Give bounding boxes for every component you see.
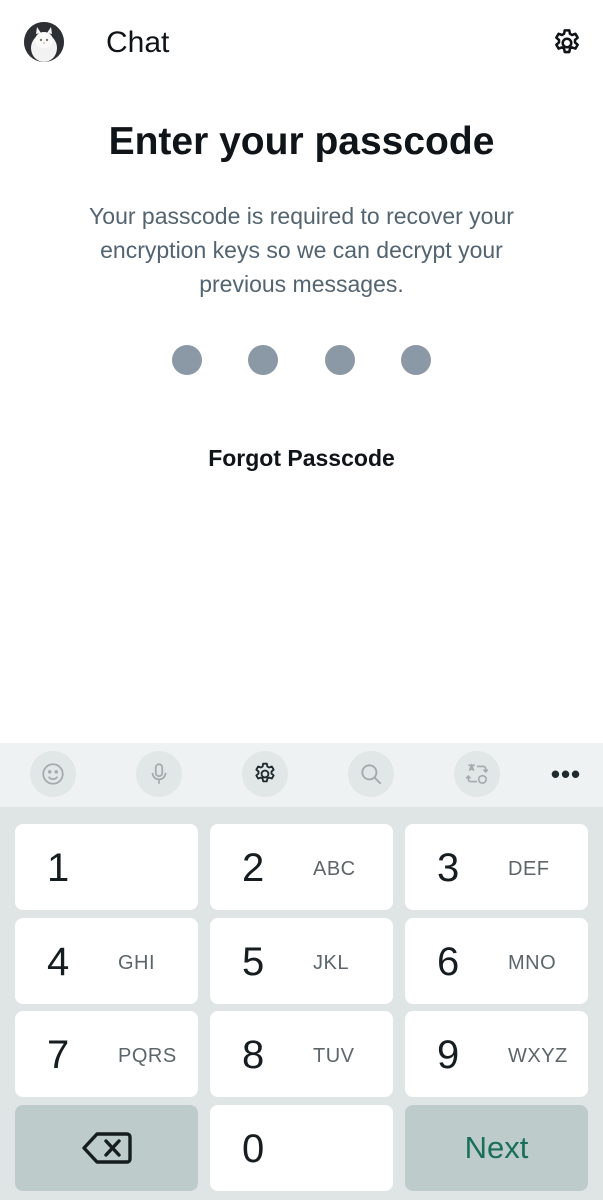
key-6[interactable]: 6 MNO (405, 918, 588, 1004)
emoji-button[interactable] (30, 751, 76, 797)
backspace-key[interactable] (15, 1105, 198, 1191)
key-letters: JKL (313, 952, 349, 974)
next-label: Next (464, 1130, 529, 1165)
numeric-keypad: 1 2 ABC 3 DEF 4 GHI 5 JKL 6 MNO 7 PQRS 8… (0, 807, 603, 1200)
passcode-dot (172, 345, 202, 375)
header-title: Chat (106, 26, 170, 59)
translate-icon (465, 763, 489, 785)
page-title: Enter your passcode (108, 120, 495, 163)
search-icon (361, 764, 382, 785)
translate-button[interactable] (454, 751, 500, 797)
key-letters: TUV (313, 1045, 355, 1067)
keyboard-settings-button[interactable] (242, 751, 288, 797)
passcode-dot (248, 345, 278, 375)
key-0[interactable]: 0 (210, 1105, 393, 1191)
key-letters: MNO (508, 952, 557, 974)
key-digit: 7 (47, 1033, 70, 1077)
description-text: Your passcode is required to recover you… (89, 203, 514, 297)
key-5[interactable]: 5 JKL (210, 918, 393, 1004)
passcode-dot (325, 345, 355, 375)
key-7[interactable]: 7 PQRS (15, 1011, 198, 1097)
key-letters: DEF (508, 858, 550, 880)
gear-icon (555, 29, 579, 54)
key-4[interactable]: 4 GHI (15, 918, 198, 1004)
more-options-button[interactable]: ••• (543, 751, 589, 797)
key-letters: WXYZ (508, 1045, 568, 1067)
key-letters: GHI (118, 952, 156, 974)
key-digit: 1 (47, 846, 70, 890)
key-8[interactable]: 8 TUV (210, 1011, 393, 1097)
key-digit: 9 (437, 1033, 460, 1077)
keyboard-toolbar: ••• (0, 743, 603, 807)
key-letters: PQRS (118, 1045, 177, 1067)
key-digit: 6 (437, 940, 460, 984)
key-1[interactable]: 1 (15, 824, 198, 910)
key-digit: 3 (437, 846, 460, 890)
key-digit: 5 (242, 940, 265, 984)
settings-button[interactable] (548, 24, 586, 62)
key-9[interactable]: 9 WXYZ (405, 1011, 588, 1097)
emoji-icon (42, 763, 64, 785)
passcode-indicator (0, 345, 603, 375)
key-digit: 4 (47, 940, 70, 984)
top-bar: Chat (0, 0, 603, 88)
microphone-icon (151, 763, 167, 784)
key-letters: ABC (313, 858, 356, 880)
voice-input-button[interactable] (136, 751, 182, 797)
key-2[interactable]: 2 ABC (210, 824, 393, 910)
avatar[interactable] (24, 22, 64, 62)
forgot-passcode-link[interactable]: Forgot Passcode (0, 445, 603, 472)
gear-icon (255, 762, 275, 783)
key-digit: 8 (242, 1033, 265, 1077)
backspace-icon (81, 1132, 132, 1164)
next-key[interactable]: Next (405, 1105, 588, 1191)
key-digit: 0 (242, 1127, 265, 1171)
cat-avatar-image (24, 22, 64, 62)
passcode-dot (401, 345, 431, 375)
key-digit: 2 (242, 846, 265, 890)
key-3[interactable]: 3 DEF (405, 824, 588, 910)
search-button[interactable] (348, 751, 394, 797)
